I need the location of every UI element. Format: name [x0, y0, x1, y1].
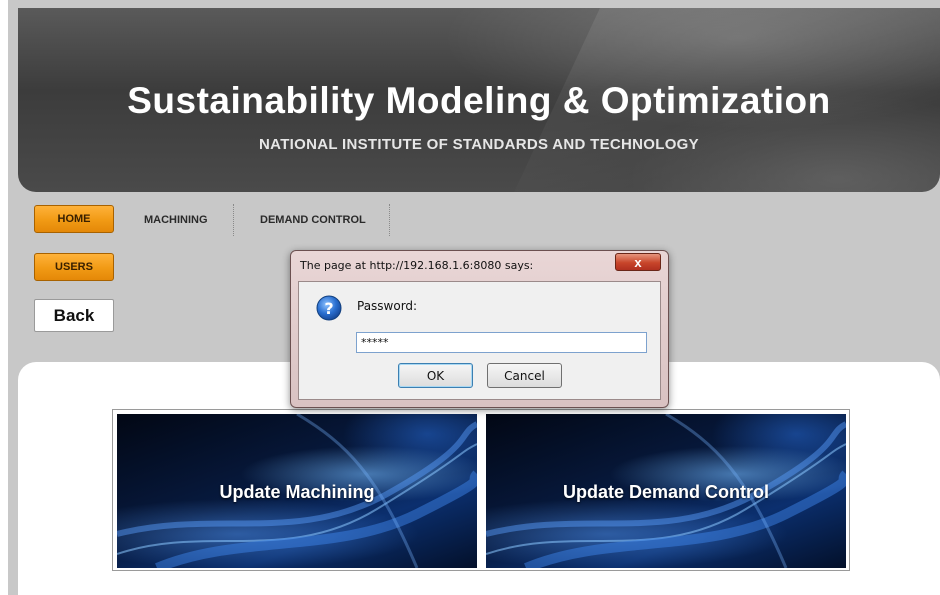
password-field[interactable] [356, 332, 647, 353]
close-icon: x [634, 254, 642, 270]
site-title: Sustainability Modeling & Optimization [127, 80, 831, 121]
password-prompt-dialog: The page at http://192.168.1.6:8080 says… [290, 250, 669, 408]
tile-label: Update Machining [219, 482, 375, 502]
site-banner: Sustainability Modeling & Optimization N… [18, 8, 940, 192]
site-subtitle: NATIONAL INSTITUTE OF STANDARDS AND TECH… [259, 136, 699, 153]
ok-button[interactable]: OK [398, 363, 473, 388]
menu-item-machining[interactable]: MACHINING [144, 214, 208, 226]
svg-text:?: ? [324, 299, 333, 318]
cancel-button[interactable]: Cancel [487, 363, 562, 388]
users-button[interactable]: USERS [34, 253, 114, 281]
close-button[interactable]: x [615, 253, 661, 271]
dialog-body: ? Password: OK Cancel [298, 281, 661, 400]
menu-divider [389, 204, 390, 236]
question-icon: ? [316, 295, 342, 321]
menu-item-demand-control[interactable]: DEMAND CONTROL [260, 214, 366, 226]
update-machining-tile[interactable]: Update Machining [117, 414, 477, 568]
dialog-message: Password: [357, 299, 418, 313]
back-button[interactable]: Back [34, 299, 114, 332]
update-demand-control-tile[interactable]: Update Demand Control [486, 414, 846, 568]
menu-divider [233, 204, 234, 236]
dialog-title: The page at http://192.168.1.6:8080 says… [300, 259, 534, 272]
home-button[interactable]: HOME [34, 205, 114, 233]
tile-label: Update Demand Control [562, 482, 769, 502]
